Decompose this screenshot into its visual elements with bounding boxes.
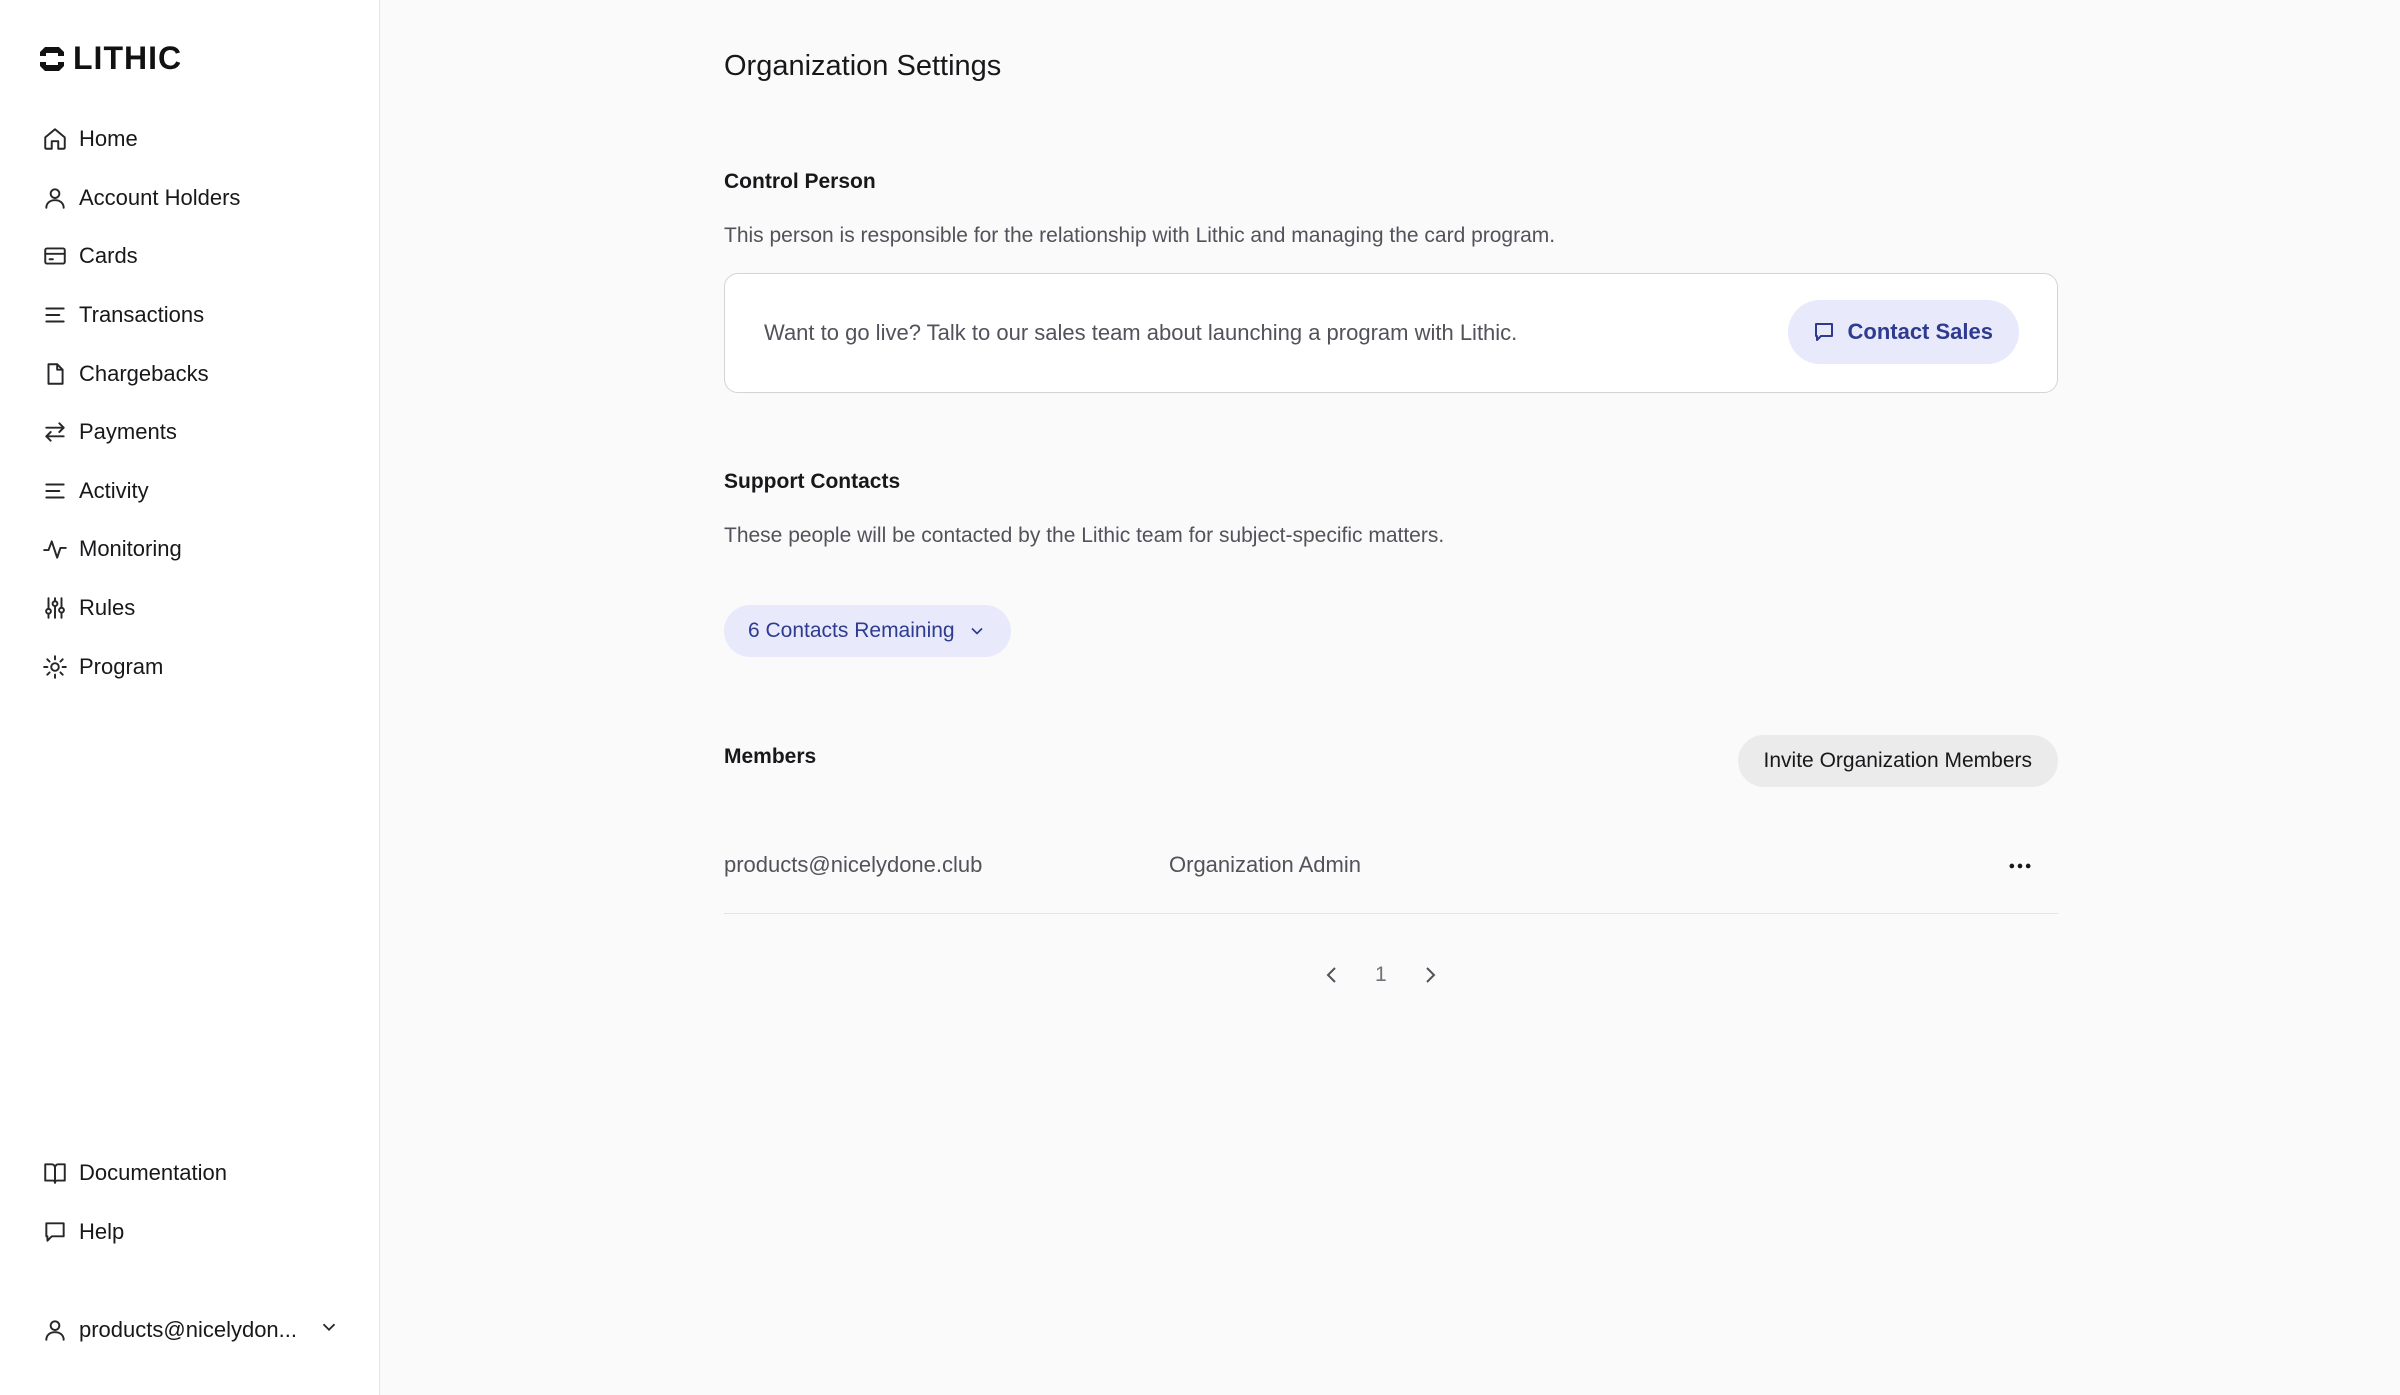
sidebar-item-program[interactable]: Program: [40, 637, 360, 696]
sliders-icon: [40, 593, 70, 623]
brand-name: LITHIC: [73, 40, 183, 76]
chevron-down-icon: [318, 1316, 340, 1344]
book-icon: [40, 1158, 70, 1188]
sidebar-item-rules[interactable]: Rules: [40, 579, 360, 638]
control-person-title: Control Person: [724, 170, 876, 193]
contact-sales-label: Contact Sales: [1847, 319, 1994, 344]
pagination: 1: [1319, 962, 1443, 988]
sidebar-item-label: Program: [79, 653, 164, 679]
gear-icon: [40, 652, 70, 682]
user-email: products@nicelydon...: [79, 1317, 298, 1342]
more-options-icon[interactable]: [2002, 848, 2038, 884]
sidebar: LITHIC Home Account Holders Cards Transa…: [0, 0, 380, 1395]
chevron-right-icon[interactable]: [1417, 962, 1443, 988]
sidebar-item-label: Activity: [79, 477, 149, 503]
sidebar-item-cards[interactable]: Cards: [40, 227, 360, 286]
list-icon: [40, 300, 70, 330]
sidebar-item-label: Documentation: [79, 1160, 227, 1186]
members-title: Members: [724, 745, 817, 768]
sidebar-item-account-holders[interactable]: Account Holders: [40, 169, 360, 228]
sidebar-item-payments[interactable]: Payments: [40, 403, 360, 462]
sidebar-item-label: Payments: [79, 419, 177, 445]
sidebar-item-monitoring[interactable]: Monitoring: [40, 520, 360, 579]
support-contacts-title: Support Contacts: [724, 470, 901, 493]
sidebar-item-label: Transactions: [79, 302, 205, 328]
sidebar-item-chargebacks[interactable]: Chargebacks: [40, 344, 360, 403]
sidebar-item-label: Chargebacks: [79, 360, 209, 386]
swap-arrows-icon: [40, 417, 70, 447]
list-icon: [40, 476, 70, 506]
card-icon: [40, 241, 70, 271]
chat-icon: [1812, 320, 1836, 344]
go-live-text: Want to go live? Talk to our sales team …: [764, 320, 1518, 345]
sidebar-item-label: Monitoring: [79, 536, 182, 562]
document-icon: [40, 359, 70, 389]
sidebar-item-help[interactable]: Help: [40, 1203, 360, 1262]
lithic-logo-mark-icon: [40, 46, 64, 71]
sidebar-item-label: Help: [79, 1218, 125, 1244]
sidebar-item-label: Account Holders: [79, 184, 241, 210]
home-icon: [40, 124, 70, 154]
contact-sales-button[interactable]: Contact Sales: [1787, 300, 2019, 364]
sidebar-item-documentation[interactable]: Documentation: [40, 1144, 360, 1203]
lithic-logo[interactable]: LITHIC: [37, 40, 182, 77]
contacts-remaining-dropdown[interactable]: 6 Contacts Remaining: [724, 605, 1011, 657]
user-icon: [40, 1315, 70, 1345]
member-role: Organization Admin: [1169, 852, 1361, 877]
chevron-down-icon: [967, 621, 987, 641]
page-title: Organization Settings: [724, 50, 1002, 82]
invite-members-button[interactable]: Invite Organization Members: [1737, 735, 2058, 787]
control-person-description: This person is responsible for the relat…: [724, 224, 1556, 247]
sidebar-item-label: Cards: [79, 243, 138, 269]
sidebar-nav: Home Account Holders Cards Transactions …: [40, 110, 360, 696]
sidebar-item-label: Rules: [79, 595, 136, 621]
page-number[interactable]: 1: [1375, 963, 1387, 987]
member-email: products@nicelydone.club: [724, 852, 983, 877]
sidebar-item-label: Home: [79, 126, 138, 152]
user-icon: [40, 183, 70, 213]
contacts-remaining-label: 6 Contacts Remaining: [748, 619, 955, 642]
table-row: products@nicelydone.club Organization Ad…: [724, 826, 2058, 914]
chevron-left-icon[interactable]: [1319, 962, 1345, 988]
pulse-icon: [40, 534, 70, 564]
sidebar-item-activity[interactable]: Activity: [40, 462, 360, 521]
support-contacts-description: These people will be contacted by the Li…: [724, 524, 1445, 547]
sidebar-bottom-nav: Documentation Help: [40, 1144, 360, 1261]
sidebar-item-home[interactable]: Home: [40, 110, 360, 169]
sidebar-item-transactions[interactable]: Transactions: [40, 286, 360, 345]
chat-icon: [40, 1217, 70, 1247]
user-menu[interactable]: products@nicelydon...: [40, 1300, 340, 1360]
go-live-card: Want to go live? Talk to our sales team …: [724, 273, 2058, 393]
